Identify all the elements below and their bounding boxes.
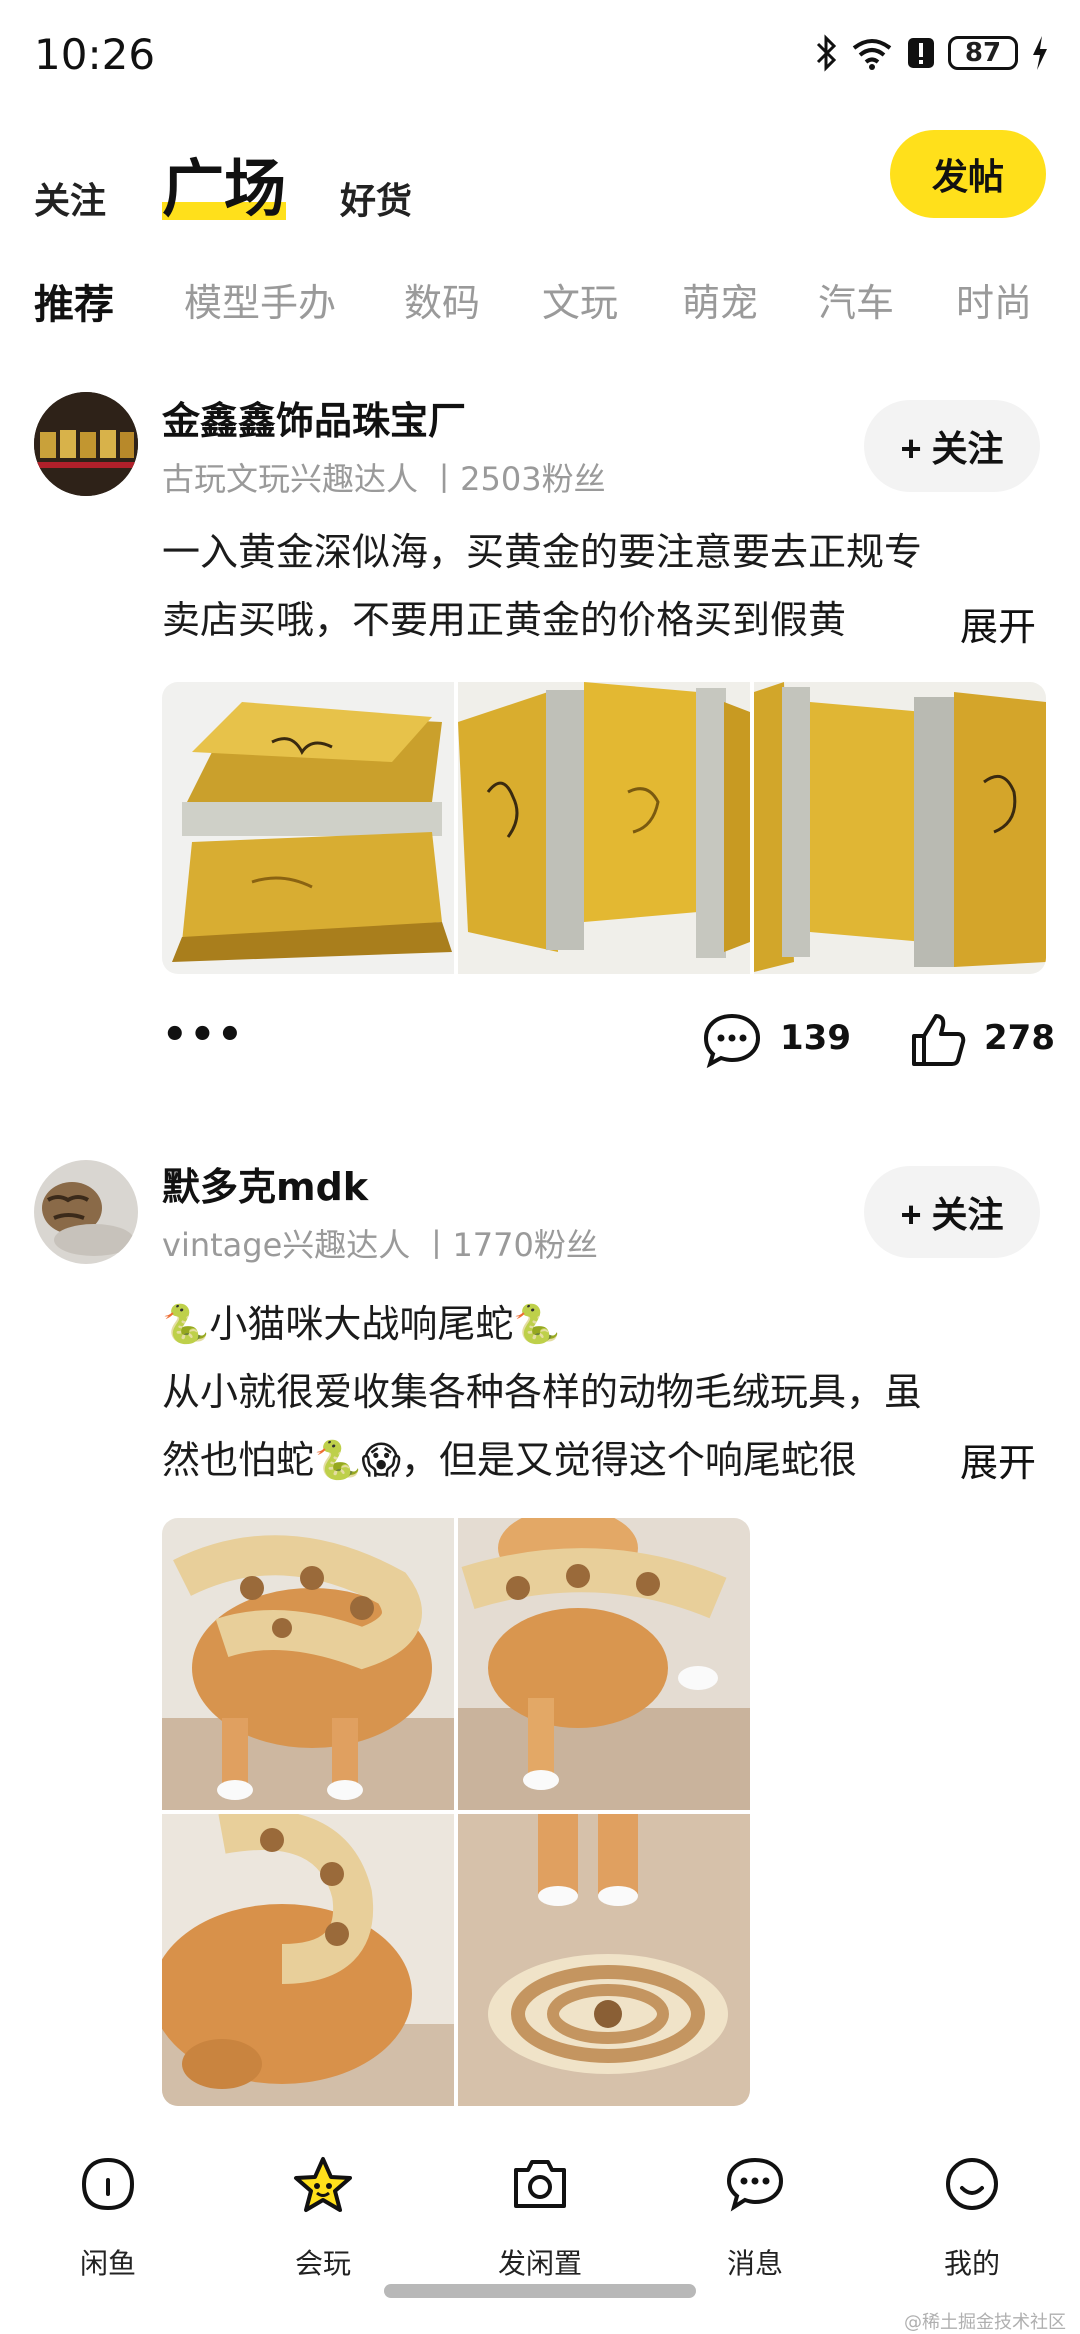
post-image[interactable] bbox=[162, 1518, 454, 1810]
status-bar: 10:26 87 bbox=[0, 0, 1080, 110]
follow-button[interactable]: + 关注 bbox=[864, 1166, 1040, 1258]
nav-messages[interactable]: 消息 bbox=[680, 2140, 830, 2290]
wifi-icon bbox=[852, 39, 892, 70]
like-icon[interactable] bbox=[908, 1010, 968, 1070]
tab-square[interactable]: 广场 bbox=[162, 138, 287, 228]
comment-icon[interactable] bbox=[702, 1010, 762, 1070]
post-image[interactable] bbox=[754, 682, 1046, 974]
nav-profile[interactable]: 我的 bbox=[897, 2140, 1047, 2290]
nav-play[interactable]: 会玩 bbox=[248, 2140, 398, 2290]
avatar-image bbox=[34, 392, 138, 496]
like-count: 278 bbox=[984, 1018, 1055, 1058]
nav-sell[interactable]: 发闲置 bbox=[465, 2140, 615, 2290]
home-indicator[interactable] bbox=[384, 2284, 696, 2298]
nav-label: 会玩 bbox=[294, 2247, 351, 2280]
message-icon bbox=[726, 2157, 784, 2212]
comment-count: 139 bbox=[780, 1018, 851, 1058]
nav-home[interactable]: 闲鱼 bbox=[33, 2140, 183, 2290]
post-text-line: 一入黄金深似海，买黄金的要注意要去正规专 bbox=[162, 530, 923, 574]
tab-follow[interactable]: 关注 bbox=[34, 172, 106, 224]
nav-label: 发闲置 bbox=[497, 2247, 582, 2280]
post-image[interactable] bbox=[458, 1518, 750, 1810]
post-username[interactable]: 金鑫鑫饰品珠宝厂 bbox=[162, 390, 466, 445]
star-icon bbox=[294, 2157, 352, 2212]
post-actions: ••• 139 278 bbox=[162, 1002, 1055, 1082]
expand-link[interactable]: 展开 bbox=[946, 1432, 1037, 1487]
post-image[interactable] bbox=[162, 682, 454, 974]
nav-label: 闲鱼 bbox=[79, 2247, 136, 2280]
category-fashion[interactable]: 时尚 bbox=[956, 272, 1032, 327]
post-button[interactable]: 发帖 bbox=[890, 130, 1046, 218]
bluetooth-icon bbox=[816, 34, 837, 72]
avatar[interactable] bbox=[34, 1160, 138, 1264]
charging-icon bbox=[1033, 36, 1047, 70]
watermark: @稀土掘金技术社区 bbox=[904, 2312, 1066, 2333]
post-image[interactable] bbox=[162, 1814, 454, 2106]
post-title: 🐍小猫咪大战响尾蛇🐍 bbox=[162, 1302, 561, 1346]
post-user-meta: 古玩文玩兴趣达人 丨2503粉丝 bbox=[162, 460, 606, 498]
category-digital[interactable]: 数码 bbox=[404, 272, 480, 327]
alert-icon bbox=[908, 38, 934, 68]
expand-link[interactable]: 展开 bbox=[946, 596, 1037, 651]
tab-square-label: 广场 bbox=[162, 152, 287, 225]
avatar-image bbox=[34, 1160, 138, 1264]
category-pets[interactable]: 萌宠 bbox=[682, 272, 758, 327]
bottom-nav: 闲鱼 会玩 发闲置 消息 我的 bbox=[0, 2140, 1080, 2331]
avatar[interactable] bbox=[34, 392, 138, 496]
category-tabs: 推荐 模型手办 数码 文玩 萌宠 汽车 时尚 bbox=[0, 262, 1080, 332]
category-cars[interactable]: 汽车 bbox=[818, 272, 894, 327]
nav-label: 消息 bbox=[726, 2247, 783, 2280]
battery-indicator: 87 bbox=[948, 36, 1018, 70]
post-text-line: 从小就很爱收集各种各样的动物毛绒玩具，虽 bbox=[162, 1370, 923, 1414]
post-image[interactable] bbox=[458, 1814, 750, 2106]
post-image[interactable] bbox=[458, 682, 750, 974]
smile-icon bbox=[946, 2158, 998, 2210]
nav-label: 我的 bbox=[943, 2247, 1000, 2280]
follow-button[interactable]: + 关注 bbox=[864, 400, 1040, 492]
category-recommend[interactable]: 推荐 bbox=[34, 272, 114, 330]
home-icon bbox=[81, 2157, 135, 2211]
status-time: 10:26 bbox=[34, 30, 156, 79]
post-user-meta: vintage兴趣达人 丨1770粉丝 bbox=[162, 1226, 598, 1264]
category-models[interactable]: 模型手办 bbox=[184, 272, 336, 327]
more-options-button[interactable]: ••• bbox=[162, 1012, 245, 1058]
camera-icon bbox=[514, 2160, 566, 2208]
post-username[interactable]: 默多克mdk bbox=[162, 1156, 368, 1211]
status-icons: 87 bbox=[814, 34, 1050, 72]
tab-goods[interactable]: 好货 bbox=[340, 172, 412, 224]
category-collectibles[interactable]: 文玩 bbox=[542, 272, 618, 327]
